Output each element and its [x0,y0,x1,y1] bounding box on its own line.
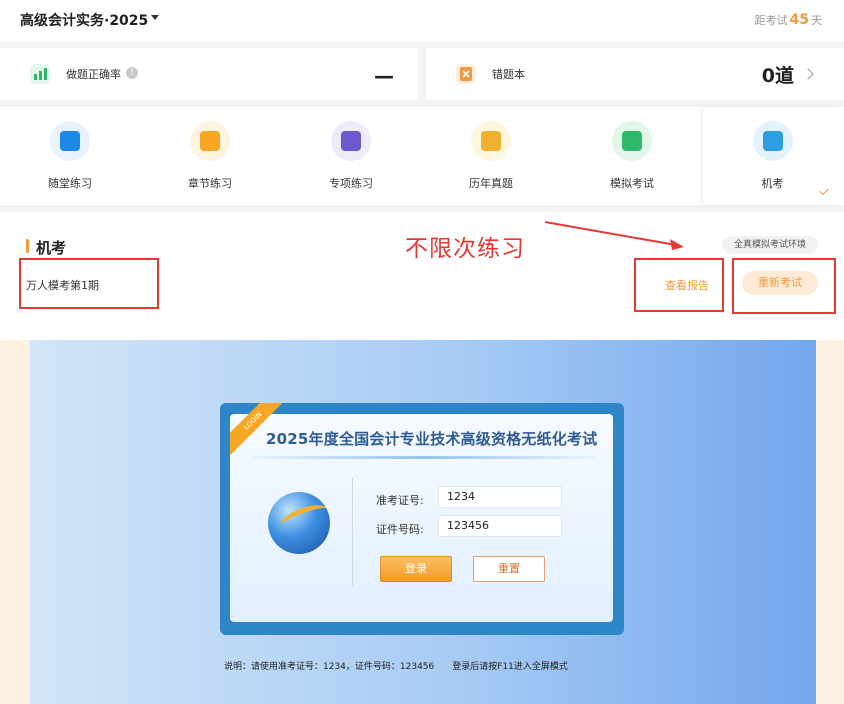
id-number-label: 证件号码: [376,523,424,536]
category-mock-exam[interactable]: 模拟考试 [562,107,702,205]
login-note: 说明：请使用准考证号：1234，证件号码：123456 登录后请按F11进入全屏模… [224,659,568,672]
category-label: 章节练习 [188,177,232,190]
annotation-box [634,258,724,312]
countdown-days: 45 [789,12,809,28]
wrong-book-card[interactable]: 错题本 0道 [426,48,844,100]
countdown-suffix: 天 [811,14,822,27]
wrong-book-label: 错题本 [492,68,525,81]
practice-category-bar: 随堂练习 章节练习 专项练习 历年真题 模拟考试 机考 [0,107,844,205]
bar-chart-icon [30,64,50,84]
book-icon [200,131,220,151]
category-computer-exam[interactable]: 机考 [702,107,842,205]
chevron-down-icon[interactable] [151,15,159,20]
ticket-number-field[interactable]: 1234 [438,486,562,508]
icon-background [471,121,511,161]
accuracy-label: 做题正确率 [66,68,121,81]
computer-exam-section: 机考 万人模考第1期 全真模拟考试环境 查看报告 重新考试 不限次练习 [0,212,844,340]
annotation-box [19,258,159,309]
icon-background [752,121,793,161]
info-icon[interactable]: ! [126,67,138,79]
category-chapter-practice[interactable]: 章节练习 [140,107,280,205]
wrong-book-count: 0道 [761,65,794,87]
subject-selector[interactable]: 高级会计实务·2025 [20,10,148,30]
icon-background [331,121,371,161]
exam-countdown: 距考试 45 天 [755,12,822,28]
computer-exam-icon [762,131,783,151]
category-label: 历年真题 [469,177,513,190]
reset-button[interactable]: 重置 [473,556,545,582]
exam-paper-icon [481,131,501,151]
id-number-field[interactable]: 123456 [438,515,562,537]
app-header: 高级会计实务·2025 距考试 45 天 [0,0,844,42]
login-title: 2025年度全国会计专业技术高级资格无纸化考试 [266,430,598,448]
chevron-right-icon[interactable] [802,68,814,80]
login-instructions: 说明：请使用准考证号：1234，证件号码：123456 [224,662,435,672]
icon-background [50,121,90,161]
category-random-practice[interactable]: 随堂练习 [0,107,140,205]
document-list-icon [341,131,361,151]
category-label: 专项练习 [329,177,373,190]
category-past-exams[interactable]: 历年真题 [421,107,561,205]
login-button[interactable]: 登录 [380,556,452,582]
accuracy-value: — [374,64,394,88]
vertical-divider [352,478,353,586]
category-special-practice[interactable]: 专项练习 [281,107,421,205]
annotation-box [732,258,836,314]
category-label: 模拟考试 [610,177,654,190]
monitor-icon [622,131,642,151]
icon-background [612,121,652,161]
ticket-number-label: 准考证号: [376,494,424,507]
chat-bubble-icon [60,131,80,151]
accuracy-card[interactable]: 做题正确率 ! — [0,48,418,100]
title-divider [250,456,596,459]
category-label: 随堂练习 [48,177,92,190]
countdown-prefix: 距考试 [754,14,788,27]
fullscreen-tip: 登录后请按F11进入全屏模式 [452,662,568,672]
icon-background [190,121,230,161]
wrong-book-icon [456,64,476,84]
